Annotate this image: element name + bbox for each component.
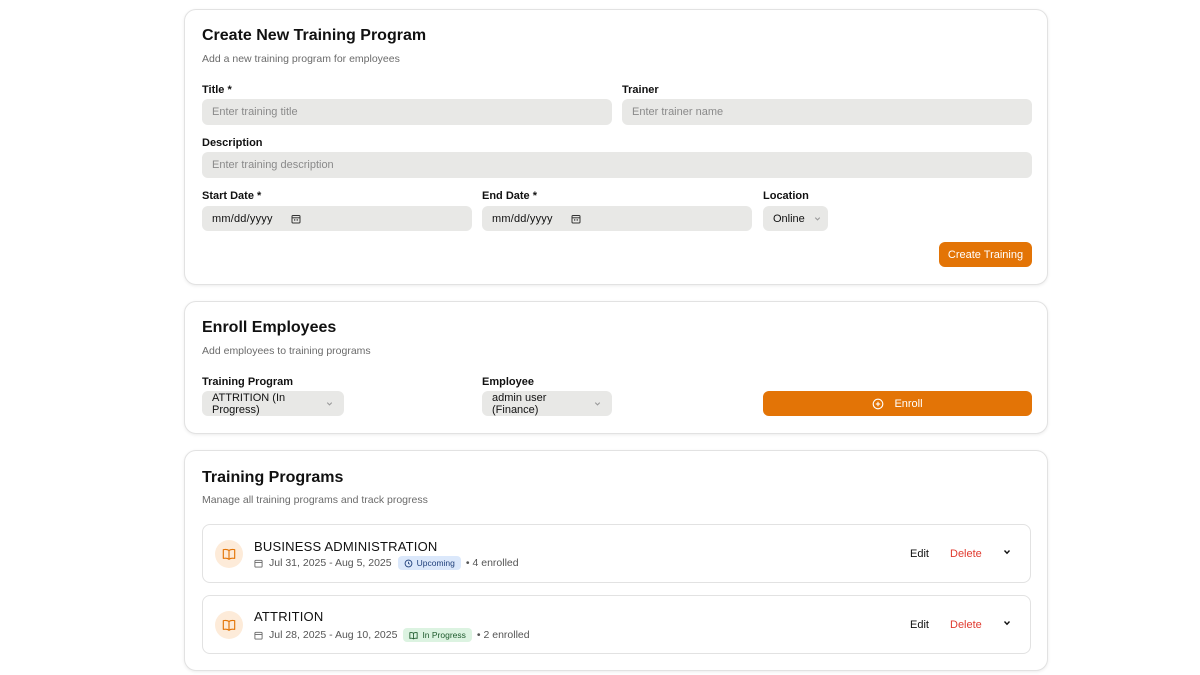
chevron-down-icon bbox=[325, 399, 334, 408]
program-row[interactable]: BUSINESS ADMINISTRATION Jul 31, 2025 - A… bbox=[202, 524, 1031, 583]
edit-button[interactable]: Edit bbox=[910, 548, 929, 560]
trainer-input[interactable] bbox=[632, 106, 1022, 118]
program-name: ATTRITION bbox=[254, 609, 324, 624]
start-date-input[interactable]: mm/dd/yyyy bbox=[202, 206, 472, 231]
employee-select[interactable]: admin user (Finance) bbox=[482, 391, 612, 416]
expand-chevron-icon[interactable] bbox=[1002, 547, 1012, 557]
program-name: BUSINESS ADMINISTRATION bbox=[254, 539, 438, 554]
book-icon bbox=[215, 540, 243, 568]
create-training-button[interactable]: Create Training bbox=[939, 242, 1032, 267]
training-program-value: ATTRITION (In Progress) bbox=[212, 391, 286, 416]
title-label: Title * bbox=[202, 84, 232, 96]
create-training-card: Create New Training Program Add a new tr… bbox=[184, 9, 1048, 285]
enroll-title: Enroll Employees bbox=[202, 319, 337, 336]
book-icon bbox=[215, 611, 243, 639]
employee-label: Employee bbox=[482, 376, 534, 388]
end-date-input[interactable]: mm/dd/yyyy bbox=[482, 206, 752, 231]
edit-button[interactable]: Edit bbox=[910, 619, 929, 631]
program-meta: Jul 31, 2025 - Aug 5, 2025 Upcoming • 4 … bbox=[254, 556, 519, 570]
title-input[interactable] bbox=[212, 106, 602, 118]
create-training-title: Create New Training Program bbox=[202, 27, 427, 44]
plus-circle-icon bbox=[872, 398, 884, 410]
location-label: Location bbox=[763, 190, 809, 202]
start-date-value: mm/dd/yyyy bbox=[212, 212, 273, 225]
programs-subtitle: Manage all training programs and track p… bbox=[202, 494, 428, 506]
trainer-label: Trainer bbox=[622, 84, 659, 96]
location-value: Online bbox=[773, 212, 805, 225]
enroll-button-label: Enroll bbox=[894, 397, 923, 410]
program-dates: Jul 31, 2025 - Aug 5, 2025 bbox=[269, 557, 392, 569]
description-field[interactable] bbox=[202, 152, 1032, 178]
title-field[interactable] bbox=[202, 99, 612, 125]
calendar-icon[interactable] bbox=[291, 214, 301, 224]
description-input[interactable] bbox=[212, 159, 1022, 171]
delete-button[interactable]: Delete bbox=[950, 548, 982, 560]
status-badge-label: In Progress bbox=[422, 630, 466, 640]
programs-title: Training Programs bbox=[202, 469, 344, 486]
enroll-button[interactable]: Enroll bbox=[763, 391, 1032, 416]
enrolled-count: • 2 enrolled bbox=[476, 629, 530, 641]
calendar-icon bbox=[254, 559, 263, 568]
status-badge: Upcoming bbox=[397, 556, 461, 570]
trainer-field[interactable] bbox=[622, 99, 1032, 125]
calendar-icon[interactable] bbox=[571, 214, 581, 224]
training-program-select[interactable]: ATTRITION (In Progress) bbox=[202, 391, 344, 416]
create-training-subtitle: Add a new training program for employees bbox=[202, 53, 400, 65]
description-label: Description bbox=[202, 137, 263, 149]
status-badge: In Progress bbox=[403, 628, 472, 642]
enroll-employees-card: Enroll Employees Add employees to traini… bbox=[184, 301, 1048, 434]
clock-icon bbox=[404, 559, 413, 568]
program-dates: Jul 28, 2025 - Aug 10, 2025 bbox=[269, 629, 398, 641]
program-row[interactable]: ATTRITION Jul 28, 2025 - Aug 10, 2025 In… bbox=[202, 595, 1031, 654]
training-programs-card: Training Programs Manage all training pr… bbox=[184, 450, 1048, 671]
enroll-subtitle: Add employees to training programs bbox=[202, 345, 371, 357]
enrolled-count: • 4 enrolled bbox=[465, 557, 519, 569]
end-date-label: End Date * bbox=[482, 190, 538, 202]
training-program-label: Training Program bbox=[202, 376, 294, 388]
chevron-down-icon bbox=[593, 399, 602, 408]
status-badge-label: Upcoming bbox=[416, 558, 455, 568]
calendar-icon bbox=[254, 631, 263, 640]
program-meta: Jul 28, 2025 - Aug 10, 2025 In Progress … bbox=[254, 628, 530, 642]
chevron-down-icon bbox=[813, 214, 822, 223]
employee-value: admin user (Finance) bbox=[492, 391, 547, 416]
end-date-value: mm/dd/yyyy bbox=[492, 212, 553, 225]
start-date-label: Start Date * bbox=[202, 190, 262, 202]
delete-button[interactable]: Delete bbox=[950, 619, 982, 631]
book-icon bbox=[409, 631, 419, 640]
location-select[interactable]: Online bbox=[763, 206, 828, 231]
expand-chevron-icon[interactable] bbox=[1002, 618, 1012, 628]
